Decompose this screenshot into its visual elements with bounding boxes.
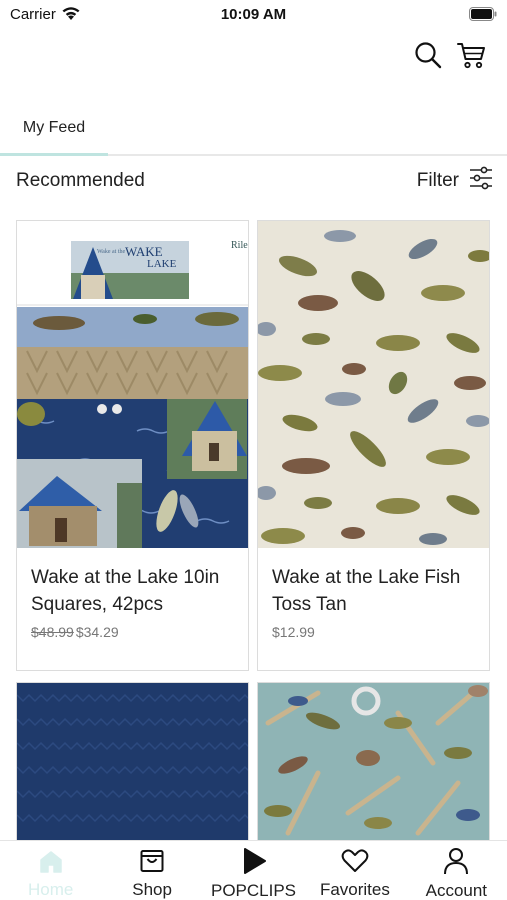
search-icon[interactable] — [413, 40, 443, 70]
product-card[interactable]: Wake at the WAKE LAKE Rile Wake at the L… — [16, 220, 249, 671]
filter-button[interactable]: Filter — [417, 166, 493, 196]
nav-shop[interactable]: Shop — [101, 841, 202, 900]
nav-popclips[interactable]: POPCLIPS — [203, 841, 304, 900]
nav-account[interactable]: Account — [406, 841, 507, 900]
status-bar: Carrier 10:09 AM — [0, 0, 507, 30]
product-card[interactable] — [257, 682, 490, 842]
nav-favorites-label: Favorites — [319, 880, 390, 899]
nav-shop-label: Shop — [132, 880, 172, 899]
product-title: Wake at the Lake 10in Squares, 42pcs — [31, 567, 220, 615]
brand-text: Rile — [231, 240, 248, 251]
account-icon — [443, 847, 469, 875]
header-actions — [413, 40, 487, 70]
feed-tabs: My Feed — [0, 100, 507, 156]
logo-wake-text: WAKE — [125, 244, 163, 259]
home-icon — [38, 847, 64, 874]
price: $12.99 — [272, 624, 315, 640]
sale-price: $34.29 — [75, 624, 119, 640]
bottom-nav: Home Shop POPCLIPS Favorites Account — [0, 840, 507, 900]
price-row: $48.99 $34.29 — [31, 624, 119, 640]
logo-small-text: Wake at the — [97, 249, 126, 255]
product-image — [258, 221, 489, 548]
tab-my-feed[interactable]: My Feed — [0, 100, 108, 156]
cart-icon[interactable] — [457, 40, 487, 70]
price-row: $12.99 — [272, 624, 315, 640]
battery-icon — [469, 7, 497, 26]
product-card[interactable]: Wake at the Lake Fish Toss Tan $12.99 — [257, 220, 490, 671]
nav-favorites[interactable]: Favorites — [304, 841, 405, 900]
original-price: $48.99 — [31, 624, 74, 640]
filter-sliders-icon — [469, 166, 493, 196]
nav-account-label: Account — [425, 881, 488, 900]
shop-bag-icon — [139, 847, 165, 874]
nav-home[interactable]: Home — [0, 841, 101, 900]
active-tab-indicator — [0, 153, 108, 156]
product-card[interactable] — [16, 682, 249, 842]
filter-label: Filter — [416, 170, 459, 191]
product-image — [17, 683, 248, 841]
section-header: Recommended Filter — [16, 166, 493, 196]
nav-home-label: Home — [28, 880, 74, 899]
logo-lake-text: LAKE — [147, 258, 177, 270]
product-image — [258, 683, 489, 841]
heart-icon — [341, 847, 369, 874]
product-title: Wake at the Lake Fish Toss Tan — [272, 567, 461, 615]
nav-popclips-label: POPCLIPS — [210, 881, 297, 900]
product-image: Wake at the WAKE LAKE Rile — [17, 221, 248, 548]
clock-time: 10:09 AM — [220, 6, 287, 23]
play-icon — [241, 847, 267, 875]
section-title: Recommended — [16, 170, 145, 191]
